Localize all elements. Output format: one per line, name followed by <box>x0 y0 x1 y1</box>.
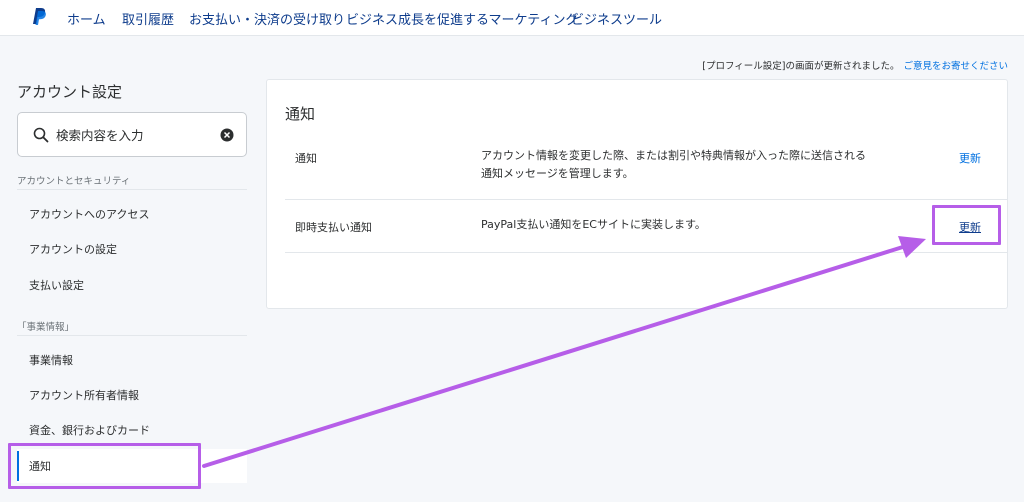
page-title: 通知 <box>285 105 316 123</box>
row-ipn-description: PayPal支払い通知をECサイトに実装します。 <box>481 218 706 231</box>
sidebar-item-funds-banks-cards[interactable]: 資金、銀行およびカード <box>17 413 247 447</box>
sidebar-item-label: 支払い設定 <box>29 279 84 292</box>
feedback-link[interactable]: ご意見をお寄せください <box>903 61 1008 72</box>
sidebar-item-account-access[interactable]: アカウントへのアクセス <box>17 197 247 231</box>
sidebar-item-business-info[interactable]: 事業情報 <box>17 343 247 377</box>
nav-marketing[interactable]: ビジネス成長を促進するマーケティング <box>346 9 578 28</box>
clear-search-icon[interactable] <box>220 128 234 142</box>
update-ipn-link[interactable]: 更新 <box>959 219 981 235</box>
row-divider <box>285 199 1007 200</box>
update-notice-text: [プロフィール設定]の画面が更新されました。 <box>702 61 900 72</box>
search-input[interactable] <box>56 123 216 147</box>
row-divider <box>285 252 1007 253</box>
sidebar-item-label: 通知 <box>29 460 51 473</box>
sidebar-item-account-settings[interactable]: アカウントの設定 <box>17 232 247 266</box>
section-divider <box>17 335 247 336</box>
sidebar-item-label: アカウントの設定 <box>29 243 117 256</box>
sidebar-item-notifications[interactable]: 通知 <box>17 449 247 483</box>
search-box[interactable] <box>17 112 247 157</box>
sidebar-item-payment-settings[interactable]: 支払い設定 <box>17 268 247 302</box>
section-label-account-security: アカウントとセキュリティ <box>17 176 131 187</box>
section-label-business-info: 「事業情報」 <box>17 322 75 333</box>
sidebar-title: アカウント設定 <box>17 83 123 101</box>
nav-home[interactable]: ホーム <box>67 9 106 28</box>
search-icon <box>33 127 49 143</box>
top-navigation: ホーム 取引履歴 お支払い・決済の受け取り ビジネス成長を促進するマーケティング… <box>0 0 1024 36</box>
update-notice: [プロフィール設定]の画面が更新されました。 ご意見をお寄せください <box>702 58 1008 72</box>
row-ipn-name: 即時支払い通知 <box>295 221 372 234</box>
sidebar-item-label: アカウント所有者情報 <box>29 389 139 402</box>
notifications-panel: 通知 通知 アカウント情報を変更した際、または割引や特典情報が入った際に送信され… <box>266 79 1008 309</box>
row-description-line: アカウント情報を変更した際、または割引や特典情報が入った際に送信される <box>481 149 866 162</box>
sidebar-item-label: 資金、銀行およびカード <box>29 424 150 437</box>
row-description-line: 通知メッセージを管理します。 <box>481 167 634 180</box>
nav-business-tools[interactable]: ビジネスツール <box>571 9 662 28</box>
sidebar-item-label: アカウントへのアクセス <box>29 208 150 221</box>
nav-transactions[interactable]: 取引履歴 <box>122 9 174 28</box>
nav-payments[interactable]: お支払い・決済の受け取り <box>189 9 345 28</box>
sidebar-item-owner-info[interactable]: アカウント所有者情報 <box>17 378 247 412</box>
section-divider <box>17 189 247 190</box>
row-notifications-name: 通知 <box>295 152 317 165</box>
sidebar-item-label: 事業情報 <box>29 354 73 367</box>
paypal-logo-icon[interactable] <box>28 6 48 26</box>
update-notifications-link[interactable]: 更新 <box>959 150 981 166</box>
row-notifications-description: アカウント情報を変更した際、または割引や特典情報が入った際に送信される 通知メッ… <box>481 147 866 183</box>
